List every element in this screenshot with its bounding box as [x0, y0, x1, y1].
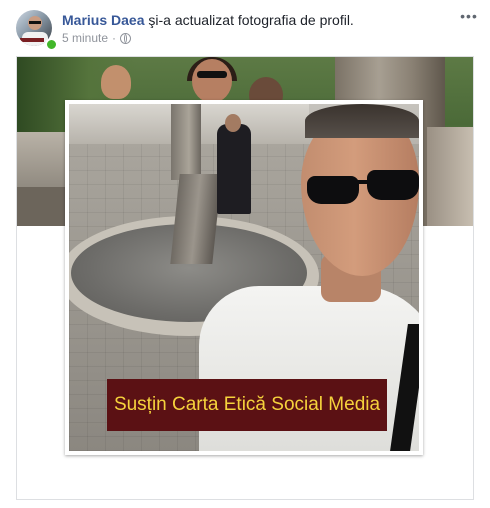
- meta-separator: ·: [112, 31, 117, 45]
- post-timestamp[interactable]: 5 minute: [62, 31, 108, 45]
- cover-person-child: [101, 65, 131, 99]
- photo-man-in-suit-head: [225, 114, 241, 132]
- avatar-sunglasses: [29, 21, 41, 24]
- post-action-text: şi-a actualizat fotografia de profil.: [144, 12, 354, 28]
- profile-photo-image: NORTH Susțin Carta Etică Social Media: [69, 104, 419, 451]
- feed-post: Marius Daea şi-a actualizat fotografia d…: [0, 0, 490, 508]
- cover-person-woman: [192, 59, 232, 103]
- post-meta: 5 minute ·: [62, 31, 132, 45]
- sunglasses-bridge: [355, 180, 369, 184]
- cover-tree-trunk-right: [427, 127, 473, 226]
- photo-man-in-suit: [217, 124, 251, 214]
- author-name-link[interactable]: Marius Daea: [62, 12, 144, 28]
- selfie-hair: [305, 104, 419, 138]
- online-status-icon: [45, 38, 58, 51]
- cover-person-sunglasses: [197, 71, 227, 78]
- photo-statue: [171, 104, 201, 180]
- profile-banner: Susțin Carta Etică Social Media: [107, 379, 387, 431]
- profile-photo[interactable]: NORTH Susțin Carta Etică Social Media: [65, 100, 423, 455]
- post-options-button[interactable]: •••: [458, 8, 480, 24]
- avatar-banner: [20, 38, 44, 42]
- profile-banner-text: Susțin Carta Etică Social Media: [113, 394, 381, 415]
- sunglasses-right-lens: [367, 170, 419, 200]
- sunglasses-left-lens: [307, 176, 359, 204]
- globe-icon[interactable]: [120, 32, 132, 44]
- post-header-text: Marius Daea şi-a actualizat fotografia d…: [62, 12, 354, 28]
